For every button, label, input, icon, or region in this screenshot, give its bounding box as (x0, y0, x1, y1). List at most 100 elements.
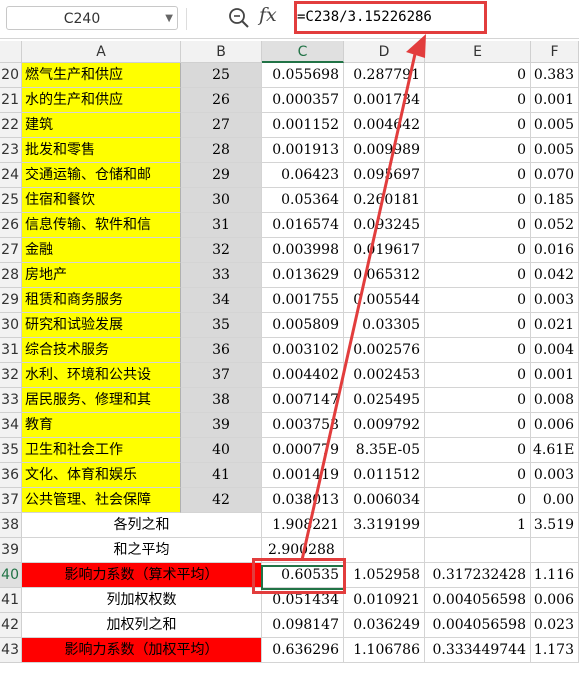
cell-value-c[interactable]: 0.007147 (262, 388, 344, 413)
cell-value-f[interactable]: 0.00 (531, 488, 579, 513)
row-number[interactable]: 32 (0, 363, 22, 388)
cell-value-f[interactable]: 0.185 (531, 188, 579, 213)
cell-value-f[interactable]: 4.61E (531, 438, 579, 463)
cell-value-e[interactable]: 0 (425, 188, 531, 213)
cell-value-e[interactable]: 0 (425, 138, 531, 163)
summary-value-e[interactable]: 0.004056598 (425, 613, 531, 638)
summary-value-d[interactable]: 3.319199 (344, 513, 425, 538)
cell-sector-code[interactable]: 26 (181, 88, 262, 113)
column-header-a[interactable]: A (22, 41, 181, 63)
cell-sector-code[interactable]: 42 (181, 488, 262, 513)
cell-value-f[interactable]: 0.005 (531, 138, 579, 163)
summary-label[interactable]: 列加权权数 (22, 588, 262, 613)
cell-sector-code[interactable]: 33 (181, 263, 262, 288)
cell-value-e[interactable]: 0 (425, 163, 531, 188)
row-number[interactable]: 36 (0, 463, 22, 488)
row-number[interactable]: 31 (0, 338, 22, 363)
cell-sector-code[interactable]: 34 (181, 288, 262, 313)
cell-industry-name[interactable]: 租赁和商务服务 (22, 288, 181, 313)
cell-value-e[interactable]: 0 (425, 213, 531, 238)
summary-label[interactable]: 影响力系数（加权平均） (22, 638, 262, 663)
cell-value-d[interactable]: 0.065312 (344, 263, 425, 288)
row-number[interactable]: 43 (0, 638, 22, 663)
name-box[interactable]: C240 ▼ (6, 6, 178, 30)
cell-value-c[interactable]: 0.038013 (262, 488, 344, 513)
cell-value-d[interactable]: 0.019617 (344, 238, 425, 263)
summary-value-e[interactable]: 0.004056598 (425, 588, 531, 613)
column-header-f[interactable]: F (531, 41, 579, 63)
cell-industry-name[interactable]: 水利、环境和公共设 (22, 363, 181, 388)
row-number[interactable]: 35 (0, 438, 22, 463)
cell-industry-name[interactable]: 卫生和社会工作 (22, 438, 181, 463)
row-number[interactable]: 41 (0, 588, 22, 613)
summary-value-c[interactable]: 1.908221 (262, 513, 344, 538)
summary-value-d[interactable] (344, 538, 425, 563)
row-number[interactable]: 33 (0, 388, 22, 413)
cell-industry-name[interactable]: 房地产 (22, 263, 181, 288)
cell-sector-code[interactable]: 38 (181, 388, 262, 413)
cell-sector-code[interactable]: 28 (181, 138, 262, 163)
cell-industry-name[interactable]: 燃气生产和供应 (22, 63, 181, 88)
summary-value-d[interactable]: 0.010921 (344, 588, 425, 613)
cell-industry-name[interactable]: 文化、体育和娱乐 (22, 463, 181, 488)
summary-value-c[interactable]: 0.098147 (262, 613, 344, 638)
summary-value-f[interactable]: 0.006 (531, 588, 579, 613)
cell-industry-name[interactable]: 建筑 (22, 113, 181, 138)
row-number[interactable]: 25 (0, 188, 22, 213)
summary-value-c[interactable]: 0.051434 (262, 588, 344, 613)
summary-label[interactable]: 加权列之和 (22, 613, 262, 638)
cell-value-e[interactable]: 0 (425, 413, 531, 438)
cell-value-d[interactable]: 0.025495 (344, 388, 425, 413)
cell-sector-code[interactable]: 36 (181, 338, 262, 363)
row-number[interactable]: 24 (0, 163, 22, 188)
cell-value-e[interactable]: 0 (425, 488, 531, 513)
cell-sector-code[interactable]: 32 (181, 238, 262, 263)
cell-value-c[interactable]: 0.005809 (262, 313, 344, 338)
summary-label[interactable]: 各列之和 (22, 513, 262, 538)
cell-value-c[interactable]: 0.001152 (262, 113, 344, 138)
cell-sector-code[interactable]: 37 (181, 363, 262, 388)
cell-value-e[interactable]: 0 (425, 238, 531, 263)
cell-value-d[interactable]: 0.001734 (344, 88, 425, 113)
cell-industry-name[interactable]: 交通运输、仓储和邮 (22, 163, 181, 188)
row-number[interactable]: 37 (0, 488, 22, 513)
cell-value-f[interactable]: 0.005 (531, 113, 579, 138)
cell-value-d[interactable]: 0.004642 (344, 113, 425, 138)
cell-value-d[interactable]: 0.011512 (344, 463, 425, 488)
cell-value-c[interactable]: 0.001755 (262, 288, 344, 313)
row-number[interactable]: 22 (0, 113, 22, 138)
row-number[interactable]: 28 (0, 263, 22, 288)
cell-value-c[interactable]: 0.003998 (262, 238, 344, 263)
row-number[interactable]: 34 (0, 413, 22, 438)
cell-value-d[interactable]: 0.095697 (344, 163, 425, 188)
cell-sector-code[interactable]: 30 (181, 188, 262, 213)
cell-value-c[interactable]: 0.055698 (262, 63, 344, 88)
summary-value-e[interactable] (425, 538, 531, 563)
cell-sector-code[interactable]: 27 (181, 113, 262, 138)
cell-value-c[interactable]: 0.013629 (262, 263, 344, 288)
row-number[interactable]: 39 (0, 538, 22, 563)
cell-value-e[interactable]: 0 (425, 338, 531, 363)
row-number[interactable]: 27 (0, 238, 22, 263)
cell-sector-code[interactable]: 31 (181, 213, 262, 238)
summary-value-d[interactable]: 1.052958 (344, 563, 425, 588)
cell-value-f[interactable]: 0.006 (531, 413, 579, 438)
cell-industry-name[interactable]: 教育 (22, 413, 181, 438)
cell-value-c[interactable]: 0.000357 (262, 88, 344, 113)
cell-value-e[interactable]: 0 (425, 313, 531, 338)
row-number[interactable]: 29 (0, 288, 22, 313)
summary-value-e[interactable]: 0.333449744 (425, 638, 531, 663)
cell-value-c[interactable]: 0.05364 (262, 188, 344, 213)
formula-input[interactable]: =C238/3.15226286 (297, 5, 432, 29)
cell-industry-name[interactable]: 公共管理、社会保障 (22, 488, 181, 513)
cell-sector-code[interactable]: 25 (181, 63, 262, 88)
summary-value-f[interactable]: 3.519 (531, 513, 579, 538)
cell-value-d[interactable]: 0.03305 (344, 313, 425, 338)
cell-value-c[interactable]: 0.001419 (262, 463, 344, 488)
cell-value-e[interactable]: 0 (425, 113, 531, 138)
summary-value-e[interactable]: 0.317232428 (425, 563, 531, 588)
column-header-c[interactable]: C (262, 41, 344, 63)
cell-value-d[interactable]: 8.35E-05 (344, 438, 425, 463)
cell-value-c[interactable]: 0.016574 (262, 213, 344, 238)
cell-industry-name[interactable]: 信息传输、软件和信 (22, 213, 181, 238)
